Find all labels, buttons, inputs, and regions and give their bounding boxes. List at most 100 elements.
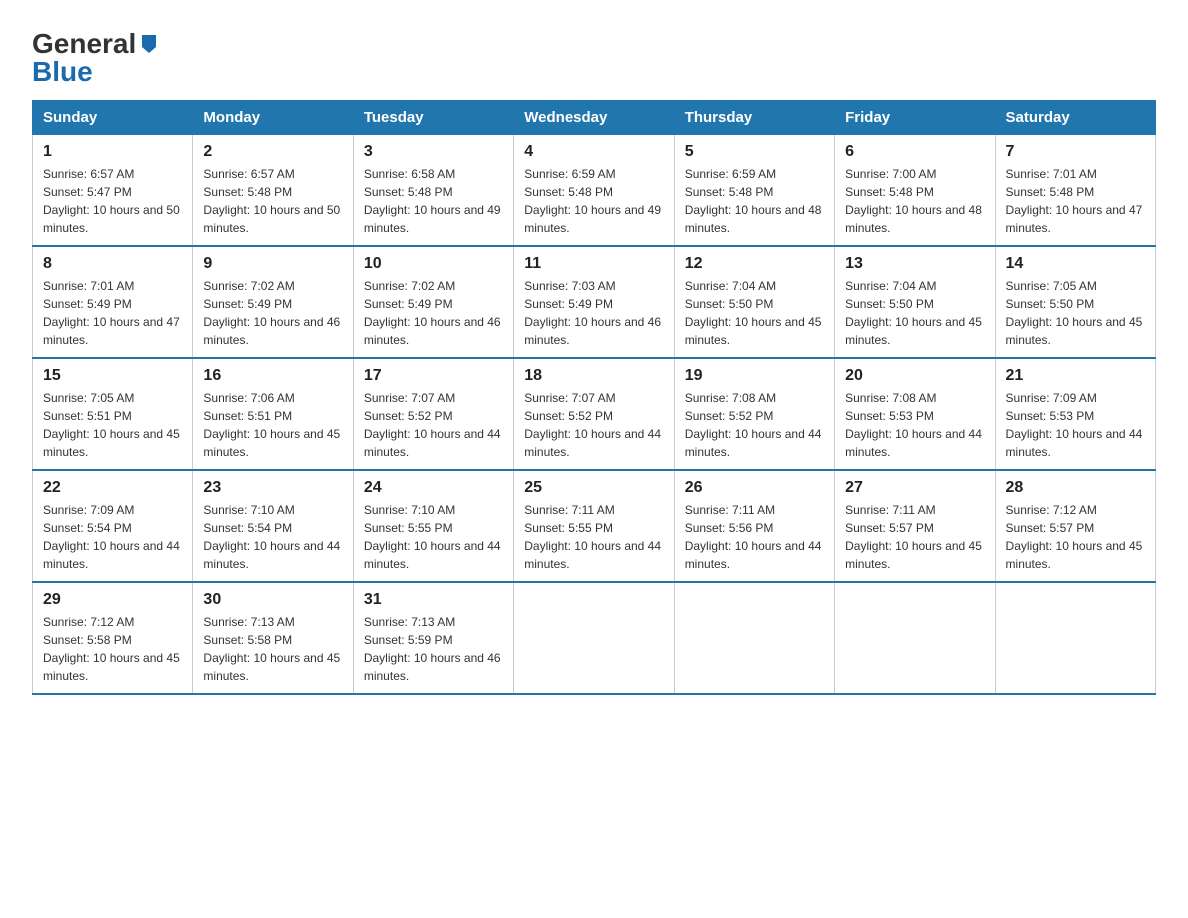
calendar-week-row: 1 Sunrise: 6:57 AMSunset: 5:47 PMDaylight… (33, 135, 1156, 247)
calendar-cell: 28 Sunrise: 7:12 AMSunset: 5:57 PMDayligh… (995, 470, 1155, 582)
day-info: Sunrise: 7:09 AMSunset: 5:53 PMDaylight:… (1006, 391, 1143, 459)
day-info: Sunrise: 7:10 AMSunset: 5:54 PMDaylight:… (203, 503, 340, 571)
day-number: 4 (524, 143, 663, 161)
calendar-cell: 2 Sunrise: 6:57 AMSunset: 5:48 PMDaylight… (193, 135, 353, 247)
calendar-cell: 29Sunrise: 7:12 AMSunset: 5:58 PMDayligh… (33, 582, 193, 694)
day-info: Sunrise: 7:02 AMSunset: 5:49 PMDaylight:… (203, 279, 340, 347)
col-header-thursday: Thursday (674, 101, 834, 135)
day-number: 20 (845, 367, 984, 385)
day-number: 10 (364, 255, 503, 273)
calendar-cell: 4 Sunrise: 6:59 AMSunset: 5:48 PMDaylight… (514, 135, 674, 247)
day-info: Sunrise: 7:13 AMSunset: 5:58 PMDaylight:… (203, 615, 340, 683)
calendar-cell: 24 Sunrise: 7:10 AMSunset: 5:55 PMDayligh… (353, 470, 513, 582)
day-info: Sunrise: 7:07 AMSunset: 5:52 PMDaylight:… (524, 391, 661, 459)
day-info: Sunrise: 7:12 AMSunset: 5:57 PMDaylight:… (1006, 503, 1143, 571)
day-number: 27 (845, 479, 984, 497)
calendar-cell: 11Sunrise: 7:03 AMSunset: 5:49 PMDayligh… (514, 246, 674, 358)
day-info: Sunrise: 7:13 AMSunset: 5:59 PMDaylight:… (364, 615, 501, 683)
calendar-cell: 17Sunrise: 7:07 AMSunset: 5:52 PMDayligh… (353, 358, 513, 470)
day-info: Sunrise: 7:04 AMSunset: 5:50 PMDaylight:… (845, 279, 982, 347)
day-number: 1 (43, 143, 182, 161)
day-info: Sunrise: 6:57 AMSunset: 5:48 PMDaylight:… (203, 167, 340, 235)
page-header: General Blue (32, 24, 1156, 88)
calendar-week-row: 15 Sunrise: 7:05 AMSunset: 5:51 PMDayligh… (33, 358, 1156, 470)
day-number: 9 (203, 255, 342, 273)
day-number: 31 (364, 591, 503, 609)
day-number: 21 (1006, 367, 1145, 385)
calendar-week-row: 8 Sunrise: 7:01 AMSunset: 5:49 PMDaylight… (33, 246, 1156, 358)
calendar-cell (995, 582, 1155, 694)
calendar-cell: 7Sunrise: 7:01 AMSunset: 5:48 PMDaylight… (995, 135, 1155, 247)
day-number: 28 (1006, 479, 1145, 497)
day-number: 11 (524, 255, 663, 273)
logo: General Blue (32, 28, 160, 88)
day-info: Sunrise: 7:00 AMSunset: 5:48 PMDaylight:… (845, 167, 982, 235)
day-number: 18 (524, 367, 663, 385)
day-info: Sunrise: 7:09 AMSunset: 5:54 PMDaylight:… (43, 503, 180, 571)
calendar-cell: 26 Sunrise: 7:11 AMSunset: 5:56 PMDayligh… (674, 470, 834, 582)
calendar-cell: 15 Sunrise: 7:05 AMSunset: 5:51 PMDayligh… (33, 358, 193, 470)
logo-arrow-icon (138, 33, 160, 55)
day-info: Sunrise: 6:59 AMSunset: 5:48 PMDaylight:… (685, 167, 822, 235)
day-number: 25 (524, 479, 663, 497)
logo-blue: Blue (32, 56, 93, 88)
day-number: 15 (43, 367, 182, 385)
calendar-cell: 14 Sunrise: 7:05 AMSunset: 5:50 PMDayligh… (995, 246, 1155, 358)
day-info: Sunrise: 7:04 AMSunset: 5:50 PMDaylight:… (685, 279, 822, 347)
calendar-cell: 13 Sunrise: 7:04 AMSunset: 5:50 PMDayligh… (835, 246, 995, 358)
calendar-cell: 25 Sunrise: 7:11 AMSunset: 5:55 PMDayligh… (514, 470, 674, 582)
day-number: 29 (43, 591, 182, 609)
calendar-cell: 9 Sunrise: 7:02 AMSunset: 5:49 PMDaylight… (193, 246, 353, 358)
calendar-cell: 30 Sunrise: 7:13 AMSunset: 5:58 PMDayligh… (193, 582, 353, 694)
calendar-cell: 6 Sunrise: 7:00 AMSunset: 5:48 PMDaylight… (835, 135, 995, 247)
calendar-cell: 16Sunrise: 7:06 AMSunset: 5:51 PMDayligh… (193, 358, 353, 470)
calendar-cell: 21 Sunrise: 7:09 AMSunset: 5:53 PMDayligh… (995, 358, 1155, 470)
day-number: 13 (845, 255, 984, 273)
day-number: 22 (43, 479, 182, 497)
col-header-saturday: Saturday (995, 101, 1155, 135)
calendar-cell: 1 Sunrise: 6:57 AMSunset: 5:47 PMDaylight… (33, 135, 193, 247)
day-number: 26 (685, 479, 824, 497)
day-info: Sunrise: 7:05 AMSunset: 5:50 PMDaylight:… (1006, 279, 1143, 347)
day-info: Sunrise: 7:10 AMSunset: 5:55 PMDaylight:… (364, 503, 501, 571)
calendar-header-row: SundayMondayTuesdayWednesdayThursdayFrid… (33, 101, 1156, 135)
calendar-cell: 5 Sunrise: 6:59 AMSunset: 5:48 PMDaylight… (674, 135, 834, 247)
calendar-cell: 22 Sunrise: 7:09 AMSunset: 5:54 PMDayligh… (33, 470, 193, 582)
col-header-wednesday: Wednesday (514, 101, 674, 135)
calendar-cell: 31 Sunrise: 7:13 AMSunset: 5:59 PMDayligh… (353, 582, 513, 694)
calendar-cell: 20Sunrise: 7:08 AMSunset: 5:53 PMDayligh… (835, 358, 995, 470)
calendar-cell (514, 582, 674, 694)
day-info: Sunrise: 7:01 AMSunset: 5:49 PMDaylight:… (43, 279, 180, 347)
calendar-cell: 27 Sunrise: 7:11 AMSunset: 5:57 PMDayligh… (835, 470, 995, 582)
calendar-cell: 8 Sunrise: 7:01 AMSunset: 5:49 PMDaylight… (33, 246, 193, 358)
day-info: Sunrise: 7:02 AMSunset: 5:49 PMDaylight:… (364, 279, 501, 347)
col-header-monday: Monday (193, 101, 353, 135)
day-number: 14 (1006, 255, 1145, 273)
day-number: 24 (364, 479, 503, 497)
day-info: Sunrise: 7:11 AMSunset: 5:56 PMDaylight:… (685, 503, 822, 571)
day-info: Sunrise: 7:05 AMSunset: 5:51 PMDaylight:… (43, 391, 180, 459)
day-number: 2 (203, 143, 342, 161)
calendar-table: SundayMondayTuesdayWednesdayThursdayFrid… (32, 100, 1156, 695)
day-number: 5 (685, 143, 824, 161)
calendar-cell: 19Sunrise: 7:08 AMSunset: 5:52 PMDayligh… (674, 358, 834, 470)
day-number: 7 (1006, 143, 1145, 161)
day-info: Sunrise: 6:58 AMSunset: 5:48 PMDaylight:… (364, 167, 501, 235)
day-info: Sunrise: 6:57 AMSunset: 5:47 PMDaylight:… (43, 167, 180, 235)
day-number: 3 (364, 143, 503, 161)
day-info: Sunrise: 7:11 AMSunset: 5:55 PMDaylight:… (524, 503, 661, 571)
day-number: 8 (43, 255, 182, 273)
day-number: 23 (203, 479, 342, 497)
day-info: Sunrise: 7:11 AMSunset: 5:57 PMDaylight:… (845, 503, 982, 571)
calendar-week-row: 29Sunrise: 7:12 AMSunset: 5:58 PMDayligh… (33, 582, 1156, 694)
col-header-sunday: Sunday (33, 101, 193, 135)
day-number: 30 (203, 591, 342, 609)
day-number: 12 (685, 255, 824, 273)
day-info: Sunrise: 6:59 AMSunset: 5:48 PMDaylight:… (524, 167, 661, 235)
calendar-week-row: 22 Sunrise: 7:09 AMSunset: 5:54 PMDayligh… (33, 470, 1156, 582)
calendar-cell: 23 Sunrise: 7:10 AMSunset: 5:54 PMDayligh… (193, 470, 353, 582)
day-number: 6 (845, 143, 984, 161)
calendar-cell: 18 Sunrise: 7:07 AMSunset: 5:52 PMDayligh… (514, 358, 674, 470)
day-info: Sunrise: 7:07 AMSunset: 5:52 PMDaylight:… (364, 391, 501, 459)
col-header-friday: Friday (835, 101, 995, 135)
